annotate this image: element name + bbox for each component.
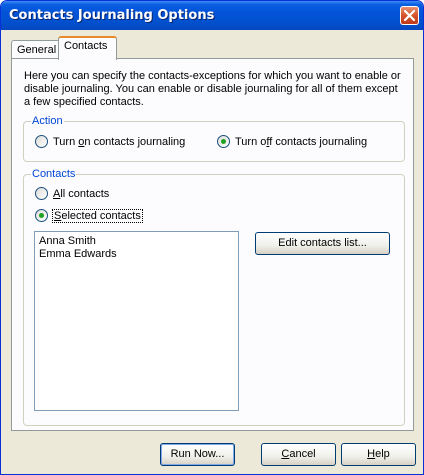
tab-contacts[interactable]: Contacts: [58, 36, 117, 60]
list-item[interactable]: Emma Edwards: [39, 248, 234, 261]
action-legend: Action: [32, 115, 63, 127]
radio-selected-contacts-label: Selected contacts: [52, 208, 143, 223]
run-now-button[interactable]: Run Now...: [160, 443, 235, 466]
close-button[interactable]: [400, 6, 419, 25]
radio-all-contacts-label: All contacts: [53, 187, 110, 200]
cancel-button[interactable]: Cancel: [261, 443, 336, 466]
window-title: Contacts Journaling Options: [9, 8, 215, 23]
help-button[interactable]: Help: [341, 443, 416, 466]
tab-general[interactable]: General: [11, 40, 60, 59]
close-icon: [404, 10, 415, 21]
radio-selected-contacts[interactable]: Selected contacts: [35, 208, 143, 223]
radio-turn-off-circle[interactable]: [217, 135, 230, 148]
dialog-window: Contacts Journaling Options General Cont…: [0, 0, 424, 475]
radio-turn-off-label: Turn off contacts journaling: [235, 135, 368, 148]
description-text: Here you can specify the contacts-except…: [24, 70, 401, 108]
radio-turn-on-circle[interactable]: [35, 135, 48, 148]
title-bar[interactable]: Contacts Journaling Options: [1, 1, 423, 30]
edit-contacts-list-button[interactable]: Edit contacts list...: [255, 232, 390, 255]
list-item[interactable]: Anna Smith: [39, 235, 234, 248]
radio-turn-off[interactable]: Turn off contacts journaling: [217, 135, 367, 148]
radio-all-contacts-circle[interactable]: [35, 187, 48, 200]
tab-general-label: General: [17, 44, 57, 56]
radio-turn-on-label: Turn on contacts journaling: [53, 135, 186, 148]
radio-selected-contacts-circle[interactable]: [35, 209, 48, 222]
radio-turn-on[interactable]: Turn on contacts journaling: [35, 135, 185, 148]
contacts-legend: Contacts: [32, 168, 76, 180]
contacts-listbox[interactable]: Anna Smith Emma Edwards: [34, 231, 239, 411]
radio-all-contacts[interactable]: All contacts: [35, 187, 109, 200]
tab-contacts-label: Contacts: [64, 40, 108, 52]
